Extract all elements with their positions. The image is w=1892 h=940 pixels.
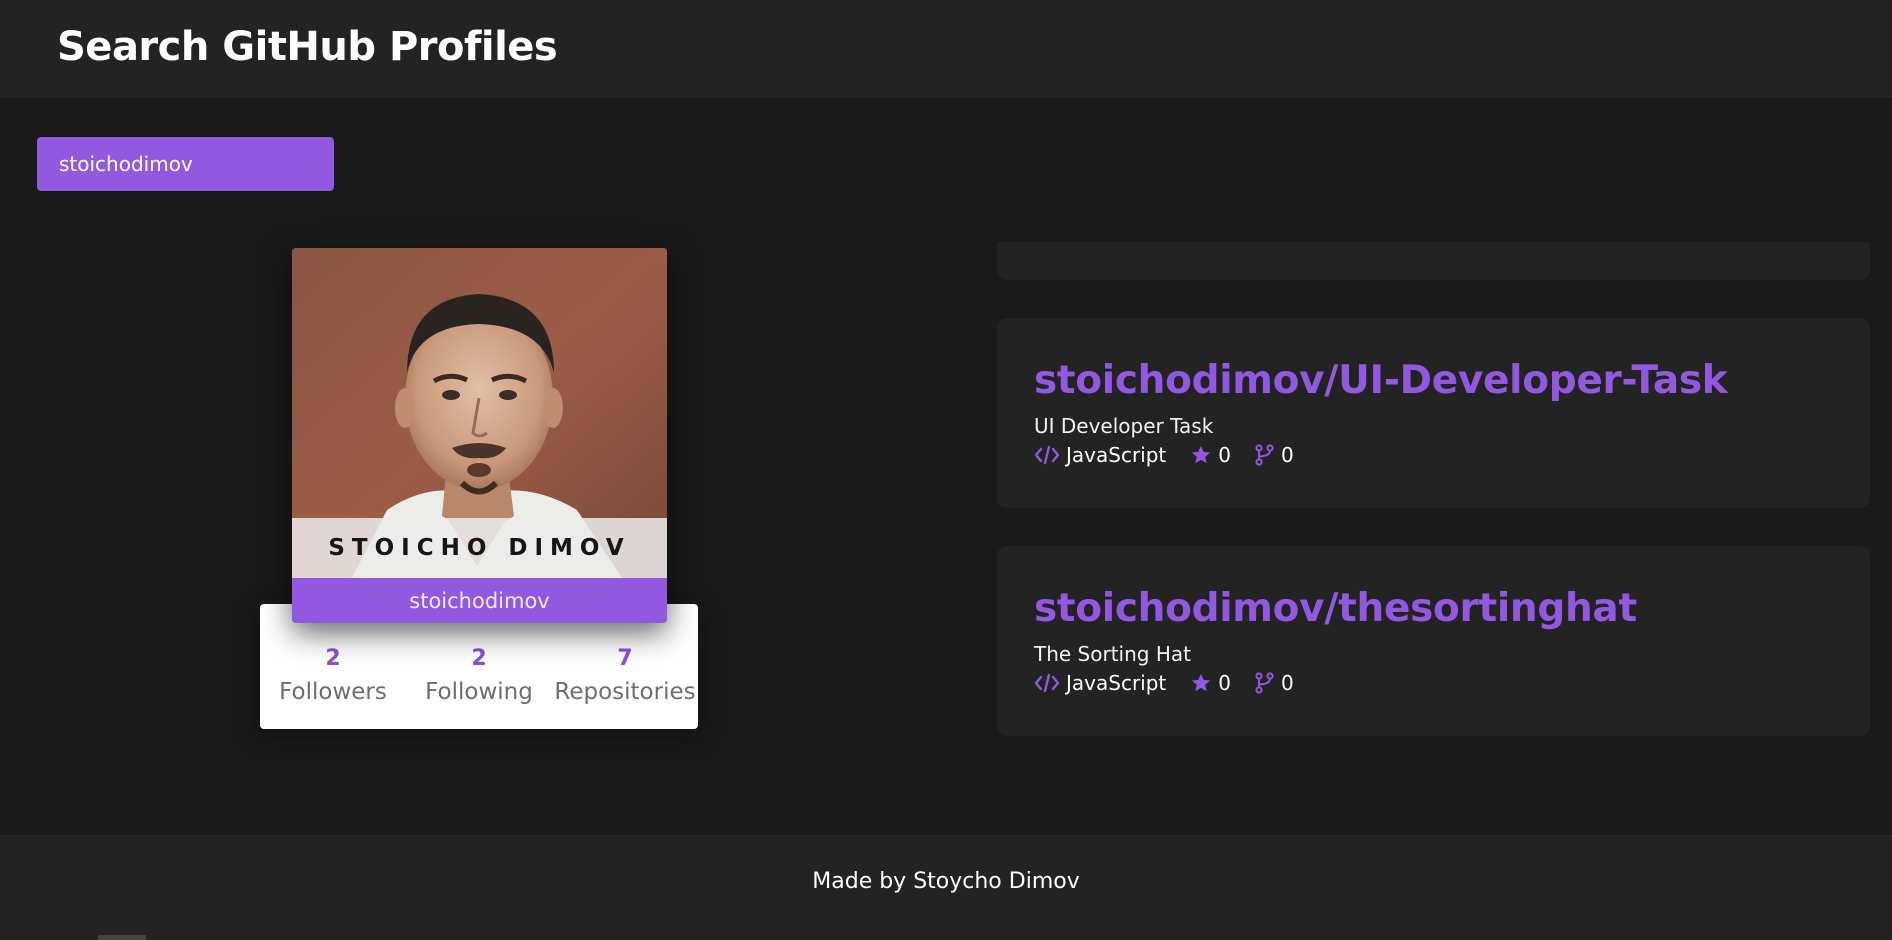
repo-forks: 0 [1255, 443, 1294, 467]
repo-card[interactable]: stoichodimov/thesortinghat The Sorting H… [997, 546, 1870, 736]
repo-forks-count: 0 [1281, 671, 1294, 695]
search-input[interactable] [37, 137, 334, 191]
code-icon [1034, 445, 1060, 465]
repo-card-partial [997, 242, 1870, 280]
following-label: Following [425, 679, 533, 705]
repositories-label: Repositories [554, 679, 696, 705]
followers-label: Followers [279, 679, 387, 705]
fork-icon [1255, 444, 1274, 466]
repo-stars: 0 [1190, 443, 1231, 467]
star-icon [1192, 445, 1211, 464]
repo-language-label: JavaScript [1066, 443, 1167, 467]
repo-stars-count: 0 [1218, 443, 1231, 467]
following-count: 2 [471, 646, 487, 671]
repo-description: The Sorting Hat [1034, 642, 1191, 666]
star-icon [1192, 673, 1211, 692]
following-stat: 2 Following [406, 646, 552, 705]
repo-language: JavaScript [1034, 671, 1166, 695]
repo-stars: 0 [1190, 671, 1231, 695]
page-title: Search GitHub Profiles [57, 24, 558, 70]
repo-card[interactable]: stoichodimov/UI-Developer-Task UI Develo… [997, 318, 1870, 508]
code-icon [1034, 673, 1060, 693]
repo-description: UI Developer Task [1034, 414, 1214, 438]
repo-forks-count: 0 [1281, 443, 1294, 467]
profile-card[interactable]: STOICHO DIMOV stoichodimov [292, 248, 667, 623]
app-header: Search GitHub Profiles [0, 0, 1892, 98]
followers-stat: 2 Followers [260, 646, 406, 705]
repo-name-link[interactable]: stoichodimov/thesortinghat [1034, 586, 1637, 631]
repo-forks: 0 [1255, 671, 1294, 695]
repo-meta: JavaScript 0 0 [1034, 442, 1318, 468]
repo-meta: JavaScript 0 0 [1034, 670, 1318, 696]
footer-tab-indicator [98, 935, 146, 940]
profile-name: STOICHO DIMOV [292, 518, 667, 578]
repo-language-label: JavaScript [1066, 671, 1167, 695]
repositories-stat: 7 Repositories [552, 646, 698, 705]
repositories-count: 7 [617, 646, 633, 671]
footer: Made by Stoycho Dimov [0, 835, 1892, 940]
profile-login[interactable]: stoichodimov [292, 578, 667, 623]
repo-stars-count: 0 [1218, 671, 1231, 695]
repo-name-link[interactable]: stoichodimov/UI-Developer-Task [1034, 358, 1728, 403]
followers-count: 2 [325, 646, 341, 671]
fork-icon [1255, 672, 1274, 694]
footer-credit: Made by Stoycho Dimov [812, 869, 1080, 894]
repo-language: JavaScript [1034, 443, 1166, 467]
